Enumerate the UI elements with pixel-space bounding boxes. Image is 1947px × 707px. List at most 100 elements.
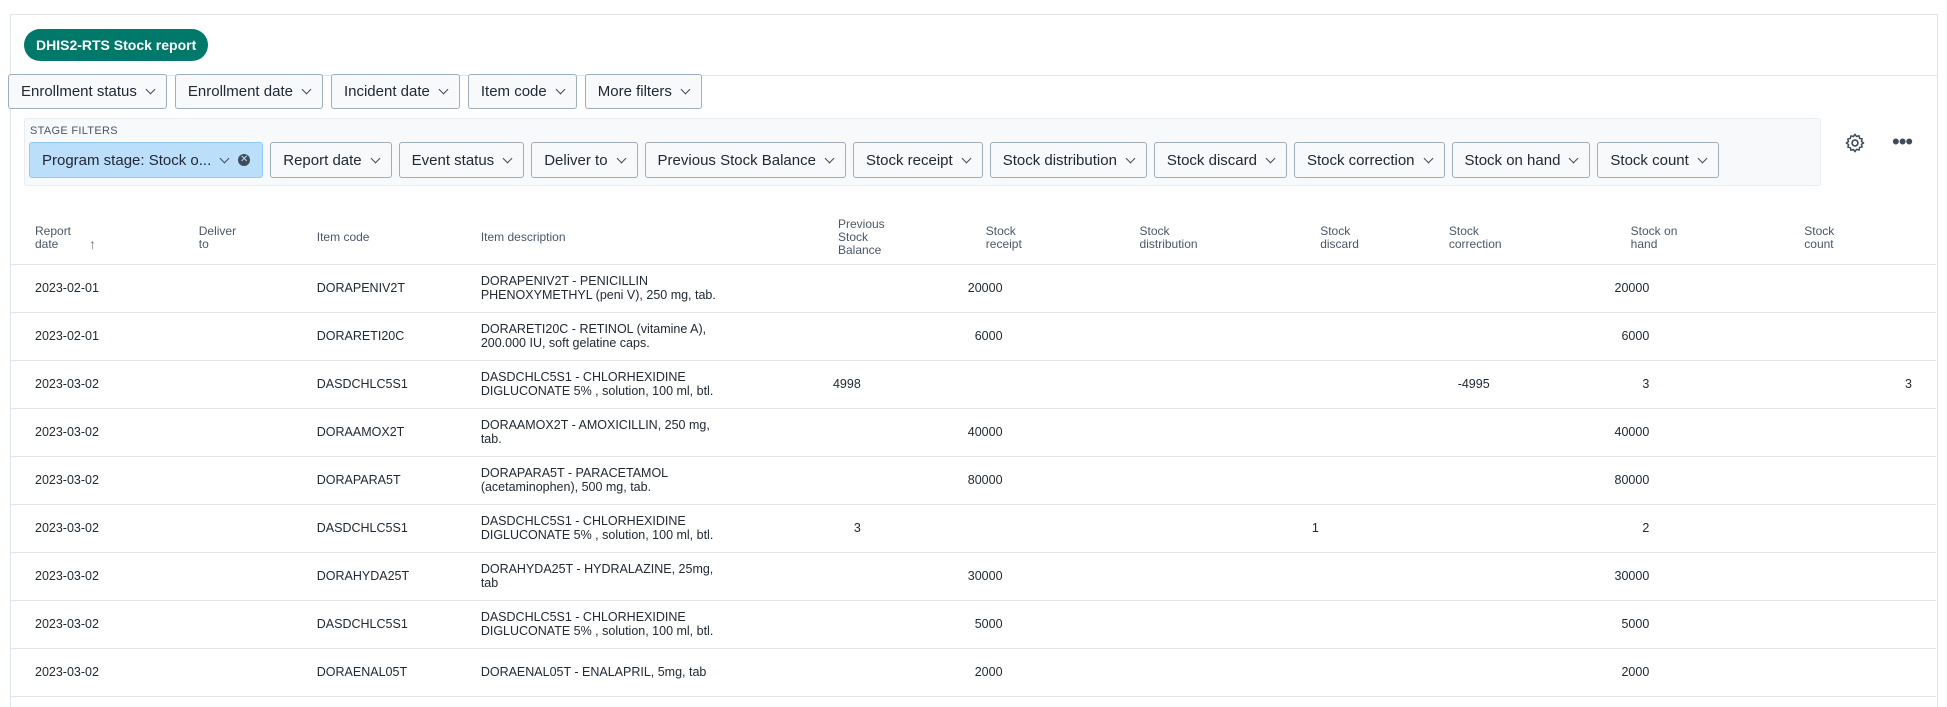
column-header-stock-on-hand[interactable]: Stock on hand [1516, 212, 1690, 265]
table-row[interactable]: 2023-03-02 DASDCHLC5S1 DASDCHLC5S1 - CHLOR… [10, 600, 1936, 649]
cell-stock-on-hand-value: 40000 [1614, 425, 1650, 439]
filter-item-code[interactable]: Item code [467, 74, 577, 109]
arrow-up-icon[interactable]: ↑ [89, 237, 96, 251]
cell-stock-correction [1358, 456, 1517, 505]
chevron-down-icon [1423, 153, 1433, 163]
column-header-stock-correction[interactable]: Stock correction [1358, 212, 1517, 265]
cell-item-code: DORAHYDA25T [310, 552, 481, 601]
header-line: Previous Stock [837, 217, 885, 245]
column-header-item-code[interactable]: Item code [310, 212, 481, 265]
table-row[interactable]: 2023-03-02 DORAAMOX2T DORAAMOX2T - AMOXICI… [10, 408, 1936, 457]
cell-stock-discard [1223, 648, 1359, 697]
filter-label: Enrollment status [21, 83, 137, 100]
chevron-down-icon [1697, 153, 1708, 163]
cell-stock-count [1689, 408, 1936, 457]
table-row[interactable]: 2023-02-01 DORARETI20C DORARETI20C - RETIN… [10, 312, 1936, 361]
filter-label: Event status [411, 151, 495, 169]
item-description-line: 200.000 IU, soft gelatine caps. [480, 336, 650, 350]
filter-stock-receipt[interactable]: Stock receipt [852, 142, 983, 178]
cell-previous-stock-balance-value: 4998 [832, 377, 861, 391]
item-description-line: (acetaminophen), 500 mg, tab. [480, 480, 652, 494]
table-row[interactable]: 2023-03-02 DORAENAL05T DORAENAL05T - ENALA… [10, 648, 1936, 697]
item-description-line: DORAPENIV2T - PENICILLIN [480, 274, 648, 288]
cell-report-date: 2023-02-01 [10, 312, 165, 361]
cell-report-date: 2023-03-02 [10, 360, 165, 409]
filter-stock-count[interactable]: Stock count [1597, 142, 1719, 178]
table-row[interactable]: 2023-03-02 DASDCHLC5S1 DASDCHLC5S1 - CHLOR… [10, 360, 1936, 409]
filter-event-status[interactable]: Event status [398, 142, 525, 178]
header-line: Item description [480, 230, 566, 245]
column-header-stock-count[interactable]: Stock count [1689, 212, 1936, 265]
cell-item-code-value: DASDCHLC5S1 [316, 617, 408, 631]
table-row[interactable]: 2023-03-02 DORAHYDA25T DORAHYDA25T - HYDRA… [10, 552, 1936, 601]
column-header-previous-stock-balance[interactable]: Previous Stock Balance [730, 212, 899, 265]
header-line: receipt [985, 236, 1022, 251]
cell-stock-count: 3 [1689, 360, 1936, 409]
filter-deliver-to[interactable]: Deliver to [531, 142, 638, 178]
filter-stock-correction[interactable]: Stock correction [1293, 142, 1445, 178]
table-row[interactable]: 2023-03-02 DASDCHLC5S1 DASDCHLC5S1 - CHLOR… [10, 504, 1936, 553]
chevron-down-icon [301, 84, 312, 95]
filter-enrollment-date[interactable]: Enrollment date [174, 74, 323, 109]
column-header-stock-discard[interactable]: Stock discard [1223, 212, 1359, 265]
table-header-row: Report date ↑ Deliver to Item code Item des… [10, 212, 1936, 265]
filter-enrollment-status[interactable]: Enrollment status [8, 74, 167, 109]
filter-label: Item code [480, 83, 547, 100]
cell-report-date-value: 2023-03-02 [35, 377, 99, 391]
cell-stock-count-value: 3 [1905, 377, 1912, 391]
filter-label: Stock correction [1306, 151, 1415, 169]
cell-stock-receipt: 20000 [898, 264, 1042, 313]
cell-item-code: DORAPENIV2T [310, 264, 481, 313]
cell-stock-on-hand: 3 [1516, 360, 1690, 409]
cell-stock-on-hand: 40000 [1516, 408, 1690, 457]
chevron-down-icon [219, 153, 230, 163]
filter-program-stage[interactable]: Program stage: Stock o... ✕ [29, 142, 264, 178]
report-header: DHIS2-RTS Stock report [11, 15, 1937, 76]
cell-stock-distribution [1041, 552, 1224, 601]
cell-previous-stock-balance: 4998 [730, 360, 899, 409]
filter-incident-date[interactable]: Incident date [330, 74, 460, 109]
header-line: Stock [1139, 223, 1170, 238]
filter-stock-distribution[interactable]: Stock distribution [989, 142, 1147, 178]
cell-stock-on-hand: 2 [1516, 504, 1690, 553]
cell-stock-count [1689, 552, 1936, 601]
chevron-down-icon [1125, 153, 1136, 163]
more-filters-button[interactable]: More filters [584, 74, 702, 109]
more-horizontal-icon[interactable]: ••• [1892, 131, 1913, 153]
cell-stock-discard [1223, 408, 1359, 457]
item-description-line: tab. [480, 432, 502, 446]
report-title-chip[interactable]: DHIS2-RTS Stock report [24, 29, 209, 61]
cell-item-description: DASDCHLC5S1 - CHLORHEXIDINE DIGLUCONATE 5… [480, 504, 731, 553]
cell-stock-count [1689, 312, 1936, 361]
table-row[interactable]: 2023-02-01 DORAPENIV2T DORAPENIV2T - PENIC… [10, 264, 1936, 313]
cell-stock-receipt-value: 30000 [967, 569, 1003, 583]
column-header-deliver-to[interactable]: Deliver to [164, 212, 311, 265]
chevron-down-icon [616, 153, 626, 163]
column-header-report-date[interactable]: Report date ↑ [10, 212, 165, 265]
header-line: discard [1320, 236, 1359, 251]
cell-stock-discard [1223, 456, 1359, 505]
gear-icon[interactable] [1844, 132, 1866, 154]
cell-stock-receipt-value: 20000 [967, 281, 1003, 295]
column-header-stock-receipt[interactable]: Stock receipt [898, 212, 1042, 265]
filter-previous-stock-balance[interactable]: Previous Stock Balance [644, 142, 846, 178]
cell-stock-correction [1358, 504, 1517, 553]
column-header-stock-distribution[interactable]: Stock distribution [1041, 212, 1224, 265]
item-description-line: DIGLUCONATE 5% , solution, 100 ml, btl. [480, 384, 714, 398]
filter-stock-on-hand[interactable]: Stock on hand [1451, 142, 1591, 178]
filter-label: Stock receipt [865, 151, 953, 169]
filter-label: Program stage: Stock o... [42, 151, 212, 169]
item-description-line: DORARETI20C - RETINOL (vitamine A), [480, 322, 707, 336]
item-description-line: DASDCHLC5S1 - CHLORHEXIDINE [480, 370, 686, 384]
filter-report-date[interactable]: Report date [270, 142, 392, 178]
cell-stock-count [1689, 264, 1936, 313]
table-row[interactable]: 2023-03-02 DORAPARA5T DORAPARA5T - PARACET… [10, 456, 1936, 505]
stage-filter-bar: Program stage: Stock o... ✕ Report date … [29, 142, 1719, 178]
filter-stock-discard[interactable]: Stock discard [1153, 142, 1287, 178]
close-circle-icon[interactable]: ✕ [238, 154, 251, 166]
cell-item-code-value: DORAHYDA25T [316, 569, 410, 583]
column-header-item-description[interactable]: Item description [480, 212, 731, 265]
cell-stock-on-hand-value: 3 [1642, 377, 1650, 391]
header-line: Stock [1448, 223, 1479, 238]
header-line: date [35, 236, 59, 251]
